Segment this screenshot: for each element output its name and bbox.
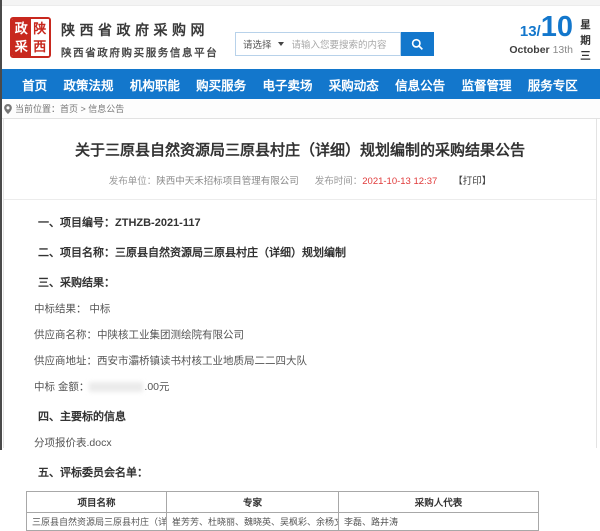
- site-title: 陕西省政府采购网: [61, 20, 218, 40]
- article-title: 关于三原县自然资源局三原县村庄（详细）规划编制的采购结果公告: [4, 119, 596, 160]
- breadcrumb-label: 当前位置：: [15, 102, 60, 115]
- search-icon: [411, 38, 424, 51]
- logo-char: 陕: [31, 19, 50, 38]
- logo-char: 政: [12, 19, 31, 38]
- breadcrumb: 当前位置： 首页 > 信息公告: [0, 99, 600, 119]
- table-header-row: 项目名称 专家 采购人代表: [27, 492, 539, 513]
- date-month-name: October: [509, 44, 549, 56]
- nav-item-functions[interactable]: 机构职能: [130, 75, 180, 94]
- col-project-name: 项目名称: [27, 492, 167, 513]
- nav-item-purchase[interactable]: 购买服务: [196, 75, 246, 94]
- cell-project-name: 三原县自然资源局三原县村庄（详细）规划编制: [27, 513, 167, 531]
- bid-result-line: 中标结果： 中标: [34, 301, 568, 316]
- col-experts: 专家: [167, 492, 339, 513]
- site-logo[interactable]: 政 陕 采 西: [10, 17, 51, 58]
- nav-item-services[interactable]: 服务专区: [528, 75, 578, 94]
- search-input[interactable]: 请输入您要搜索的内容: [292, 37, 400, 51]
- search-category-select[interactable]: 请选择: [236, 37, 292, 51]
- cell-experts: 崔芳芳、杜晓丽、魏晓英、吴枫彩、余杨文: [167, 513, 339, 531]
- cell-purchaser-rep: 李磊、路井涛: [339, 513, 539, 531]
- committee-table: 项目名称 专家 采购人代表 三原县自然资源局三原县村庄（详细）规划编制 崔芳芳、…: [26, 491, 539, 531]
- search-select-label: 请选择: [243, 37, 272, 51]
- date-ordinal: 13th: [553, 44, 573, 56]
- date-day: 13/: [520, 23, 541, 40]
- supplier-name-line: 供应商名称：中陕核工业集团测绘院有限公司: [34, 327, 568, 342]
- nav-item-supervision[interactable]: 监督管理: [461, 75, 511, 94]
- search-bar: 请选择 请输入您要搜索的内容: [235, 32, 434, 56]
- nav-item-policy[interactable]: 政策法规: [63, 75, 113, 94]
- logo-char: 西: [31, 38, 50, 57]
- date-block: 13/ 10 October 13th: [509, 13, 573, 56]
- content-container: 关于三原县自然资源局三原县村庄（详细）规划编制的采购结果公告 发布单位：陕西中天…: [3, 119, 597, 448]
- main-nav: 首页 政策法规 机构职能 购买服务 电子卖场 采购动态 信息公告 监督管理 服务…: [0, 69, 600, 99]
- attachment-link[interactable]: 分项报价表.docx: [34, 435, 568, 450]
- article-meta: 发布单位：陕西中天禾招标项目管理有限公司 发布时间：2021-10-13 12:3…: [4, 173, 596, 200]
- col-purchaser-rep: 采购人代表: [339, 492, 539, 513]
- publisher-value: 陕西中天禾招标项目管理有限公司: [156, 176, 299, 187]
- section-project-number: 一、项目编号：ZTHZB-2021-117: [38, 214, 568, 230]
- section-subject-heading: 四、主要标的信息: [38, 408, 568, 424]
- site-header: 政 陕 采 西 陕西省政府采购网 陕西省政府购买服务信息平台 请选择 请输入您要…: [0, 6, 600, 69]
- logo-char: 采: [12, 38, 31, 57]
- search-box: 请选择 请输入您要搜索的内容: [235, 32, 401, 56]
- article-body: 一、项目编号：ZTHZB-2021-117 二、项目名称：三原县自然资源局三原县…: [4, 214, 596, 480]
- bid-amount-suffix: .00元: [144, 381, 169, 393]
- publish-time-value: 2021-10-13 12:37: [362, 176, 437, 187]
- bid-amount-label: 中标 金额：: [34, 381, 89, 393]
- nav-item-notices[interactable]: 信息公告: [395, 75, 445, 94]
- date-weekday: 星期三: [578, 19, 593, 66]
- site-title-block: 陕西省政府采购网 陕西省政府购买服务信息平台: [61, 20, 218, 60]
- nav-item-dynamics[interactable]: 采购动态: [329, 75, 379, 94]
- chevron-down-icon: [278, 42, 284, 46]
- screenshot-left-edge: [0, 0, 2, 450]
- redacted-amount: [89, 382, 143, 392]
- location-pin-icon: [4, 104, 12, 114]
- site-subtitle: 陕西省政府购买服务信息平台: [61, 45, 218, 60]
- search-button[interactable]: [401, 32, 434, 56]
- publisher-label: 发布单位：: [109, 176, 157, 187]
- section-project-name: 二、项目名称：三原县自然资源局三原县村庄（详细）规划编制: [38, 244, 568, 260]
- supplier-addr-line: 供应商地址：西安市灞桥镇读书村核工业地质局二二四大队: [34, 353, 568, 368]
- section-result-heading: 三、采购结果：: [38, 274, 568, 290]
- bid-amount-line: 中标 金额： .00元: [34, 379, 568, 394]
- print-button[interactable]: 【打印】: [453, 176, 491, 187]
- publish-time-label: 发布时间：: [315, 176, 363, 187]
- date-month: 10: [541, 13, 573, 42]
- table-row: 三原县自然资源局三原县村庄（详细）规划编制 崔芳芳、杜晓丽、魏晓英、吴枫彩、余杨…: [27, 513, 539, 531]
- nav-item-emall[interactable]: 电子卖场: [262, 75, 312, 94]
- nav-item-home[interactable]: 首页: [22, 75, 47, 94]
- breadcrumb-path[interactable]: 首页 > 信息公告: [60, 102, 124, 115]
- section-committee-heading: 五、评标委员会名单：: [38, 464, 568, 480]
